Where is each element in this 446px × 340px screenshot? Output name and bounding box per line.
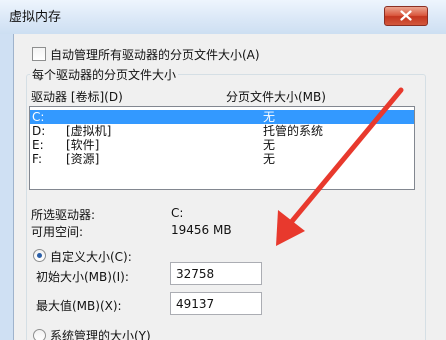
- column-header-size: 分页文件大小(MB): [226, 90, 326, 104]
- max-size-input[interactable]: [170, 292, 262, 315]
- dialog-body: 自动管理所有驱动器的分页文件大小(A) 每个驱动器的分页文件大小 驱动器 [卷标…: [13, 34, 446, 340]
- free-space-value: 19456 MB: [171, 223, 232, 237]
- close-button[interactable]: [384, 6, 428, 26]
- list-item-label: [软件]: [66, 138, 100, 152]
- close-icon: [400, 10, 412, 21]
- initial-size-input[interactable]: [170, 262, 262, 285]
- auto-manage-checkbox[interactable]: [32, 47, 46, 61]
- list-item[interactable]: E: [软件] 无: [30, 138, 414, 152]
- list-item-size: 无: [263, 152, 276, 166]
- list-item[interactable]: D: [虚拟机] 托管的系统: [30, 124, 414, 138]
- list-item-drive: F:: [32, 152, 43, 166]
- list-item[interactable]: C: 无: [30, 110, 414, 124]
- free-space-label: 可用空间:: [31, 225, 84, 239]
- column-header-drive: 驱动器 [卷标](D): [31, 90, 123, 104]
- list-item-size: 托管的系统: [263, 124, 324, 138]
- selected-drive-value: C:: [171, 206, 184, 220]
- system-managed-label[interactable]: 系统管理的大小(Y): [50, 327, 151, 340]
- list-item-drive: E:: [32, 138, 44, 152]
- group-legend: 每个驱动器的分页文件大小: [30, 66, 179, 83]
- radio-selected-dot: [37, 253, 42, 258]
- title-bar: 虚拟内存: [0, 0, 446, 34]
- custom-size-radio[interactable]: [33, 249, 46, 262]
- window-title: 虚拟内存: [9, 10, 62, 25]
- list-item-label: [虚拟机]: [66, 124, 112, 138]
- initial-size-label: 初始大小(MB)(I):: [36, 270, 129, 284]
- custom-size-label[interactable]: 自定义大小(C):: [50, 248, 132, 265]
- list-item[interactable]: F: [资源] 无: [30, 152, 414, 166]
- list-item-drive: D:: [32, 124, 46, 138]
- auto-manage-label[interactable]: 自动管理所有驱动器的分页文件大小(A): [50, 46, 260, 63]
- max-size-label: 最大值(MB)(X):: [36, 299, 122, 313]
- system-managed-radio[interactable]: [33, 329, 46, 340]
- selected-drive-label: 所选驱动器:: [31, 208, 96, 222]
- list-item-drive: C:: [32, 110, 45, 124]
- list-item-size: 无: [263, 110, 276, 124]
- drive-listbox[interactable]: C: 无 D: [虚拟机] 托管的系统 E: [软件] 无 F: [资源] 无: [29, 106, 415, 190]
- list-item-label: [资源]: [66, 152, 100, 166]
- list-item-size: 无: [263, 138, 276, 152]
- virtual-memory-dialog: 虚拟内存 自动管理所有驱动器的分页文件大小(A) 每个驱动器的分页文件大小 驱动…: [0, 0, 446, 340]
